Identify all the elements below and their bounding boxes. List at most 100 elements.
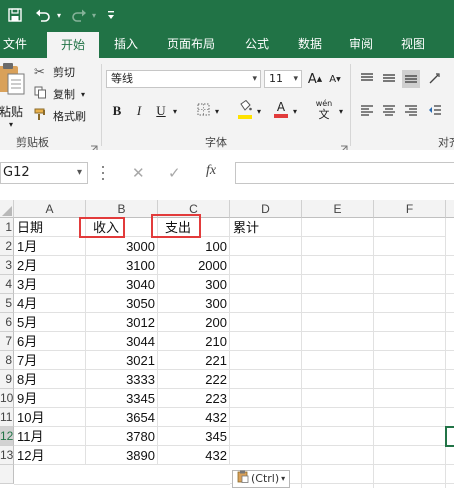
- row-header[interactable]: 5: [0, 294, 14, 313]
- cell-expense[interactable]: 432: [158, 446, 230, 465]
- cell-month[interactable]: 5月: [14, 313, 86, 332]
- column-header-e[interactable]: E: [302, 200, 374, 218]
- tab-file[interactable]: 文件: [0, 30, 30, 58]
- row-header-selected[interactable]: 12: [0, 427, 14, 446]
- cell-income[interactable]: 3000: [86, 237, 158, 256]
- cell-month[interactable]: 9月: [14, 389, 86, 408]
- cell-month[interactable]: 2月: [14, 256, 86, 275]
- customize-toolbar-icon[interactable]: [104, 0, 118, 30]
- grow-font-button[interactable]: A ▲: [306, 70, 324, 88]
- tab-home[interactable]: 开始: [47, 32, 99, 58]
- cell-month[interactable]: 1月: [14, 237, 86, 256]
- tab-formulas[interactable]: 公式: [240, 30, 274, 58]
- phonetic-guide-button[interactable]: wén 文: [312, 96, 336, 122]
- cell-income[interactable]: 3345: [86, 389, 158, 408]
- select-all-corner[interactable]: [0, 200, 14, 218]
- cell-income[interactable]: 3021: [86, 351, 158, 370]
- cell-f1[interactable]: [374, 218, 446, 237]
- cell-e1[interactable]: [302, 218, 374, 237]
- formula-input[interactable]: [235, 162, 454, 184]
- cell-expense[interactable]: 222: [158, 370, 230, 389]
- font-name-select[interactable]: 等线 ▾: [106, 70, 261, 88]
- cell-month[interactable]: 10月: [14, 408, 86, 427]
- cut-button[interactable]: ✂ 剪切: [34, 64, 75, 80]
- tab-view[interactable]: 视图: [396, 30, 430, 58]
- cell-expense[interactable]: 2000: [158, 256, 230, 275]
- cell-expense[interactable]: 221: [158, 351, 230, 370]
- align-top-button[interactable]: [358, 70, 376, 88]
- copy-button[interactable]: 复制 ▾: [34, 86, 85, 102]
- cell-income[interactable]: 3100: [86, 256, 158, 275]
- phonetic-dropdown-icon[interactable]: ▾: [336, 102, 346, 120]
- decrease-indent-button[interactable]: [426, 102, 444, 120]
- cell-income[interactable]: 3654: [86, 408, 158, 427]
- font-color-button[interactable]: A: [272, 98, 290, 120]
- cell-income[interactable]: 3040: [86, 275, 158, 294]
- cancel-icon[interactable]: ✕: [132, 164, 145, 182]
- borders-dropdown-icon[interactable]: ▾: [212, 102, 222, 120]
- cell-expense[interactable]: 300: [158, 294, 230, 313]
- row-header[interactable]: 4: [0, 275, 14, 294]
- cell-month[interactable]: 4月: [14, 294, 86, 313]
- format-painter-button[interactable]: 格式刷: [34, 108, 86, 124]
- bold-button[interactable]: B: [108, 102, 126, 120]
- cell-income[interactable]: 3050: [86, 294, 158, 313]
- column-header-g[interactable]: [446, 200, 454, 218]
- insert-function-icon[interactable]: fx: [206, 163, 216, 179]
- column-header-f[interactable]: F: [374, 200, 446, 218]
- align-middle-button[interactable]: [380, 70, 398, 88]
- cell-income[interactable]: 3780: [86, 427, 158, 446]
- cell-income[interactable]: 3333: [86, 370, 158, 389]
- cell-expense[interactable]: 432: [158, 408, 230, 427]
- cell-income[interactable]: 3890: [86, 446, 158, 465]
- fill-color-button[interactable]: [236, 98, 254, 120]
- enter-icon[interactable]: ✓: [168, 164, 181, 182]
- align-bottom-button[interactable]: [402, 70, 420, 88]
- name-box[interactable]: G12 ▾: [0, 162, 88, 184]
- row-header[interactable]: 7: [0, 332, 14, 351]
- column-header-d[interactable]: D: [230, 200, 302, 218]
- cell-month[interactable]: 11月: [14, 427, 86, 446]
- redo-icon[interactable]: [68, 0, 90, 30]
- underline-button[interactable]: U: [152, 102, 170, 120]
- row-header[interactable]: 3: [0, 256, 14, 275]
- cell-a1[interactable]: 日期: [14, 218, 86, 237]
- formula-bar-grip-icon[interactable]: [100, 166, 106, 180]
- row-header[interactable]: 13: [0, 446, 14, 465]
- cell-expense[interactable]: 100: [158, 237, 230, 256]
- cell-expense[interactable]: 210: [158, 332, 230, 351]
- align-right-button[interactable]: [402, 102, 420, 120]
- paste-options-button[interactable]: (Ctrl) ▾: [232, 470, 291, 488]
- column-header-b[interactable]: B: [86, 200, 158, 218]
- tab-data[interactable]: 数据: [294, 30, 326, 58]
- column-header-a[interactable]: A: [14, 200, 86, 218]
- cell-expense[interactable]: 300: [158, 275, 230, 294]
- align-center-button[interactable]: [380, 102, 398, 120]
- row-header[interactable]: 2: [0, 237, 14, 256]
- align-left-button[interactable]: [358, 102, 376, 120]
- clipboard-launcher-icon[interactable]: [90, 138, 98, 152]
- cell-d1[interactable]: 累计: [230, 218, 302, 237]
- cell-month[interactable]: 12月: [14, 446, 86, 465]
- redo-dropdown-icon[interactable]: ▾: [90, 0, 98, 30]
- cell-month[interactable]: 8月: [14, 370, 86, 389]
- shrink-font-button[interactable]: A ▼: [326, 70, 344, 88]
- borders-button[interactable]: [194, 102, 212, 120]
- row-header[interactable]: 9: [0, 370, 14, 389]
- tab-review[interactable]: 审阅: [345, 30, 377, 58]
- tab-insert[interactable]: 插入: [110, 30, 142, 58]
- cell-month[interactable]: 7月: [14, 351, 86, 370]
- tab-page-layout[interactable]: 页面布局: [160, 30, 222, 58]
- fill-color-dropdown-icon[interactable]: ▾: [254, 102, 264, 120]
- row-header[interactable]: 11: [0, 408, 14, 427]
- undo-icon[interactable]: [32, 0, 54, 30]
- row-header[interactable]: 8: [0, 351, 14, 370]
- font-launcher-icon[interactable]: [340, 138, 348, 152]
- cell-income[interactable]: 3012: [86, 313, 158, 332]
- row-header[interactable]: 6: [0, 313, 14, 332]
- row-header[interactable]: 10: [0, 389, 14, 408]
- font-color-dropdown-icon[interactable]: ▾: [290, 102, 300, 120]
- cell-expense[interactable]: 345: [158, 427, 230, 446]
- selected-cell-g12[interactable]: [445, 426, 454, 447]
- cell-month[interactable]: 3月: [14, 275, 86, 294]
